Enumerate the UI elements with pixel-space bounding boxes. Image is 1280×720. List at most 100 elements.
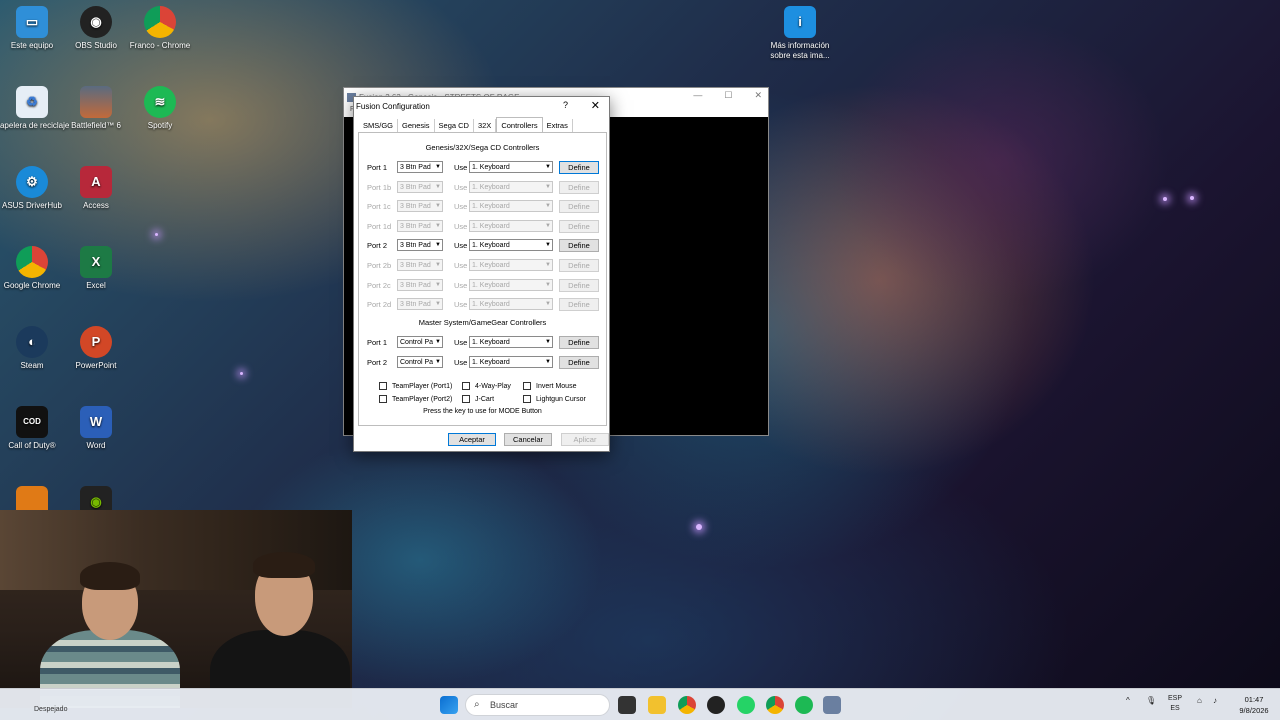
controller-port-row: Port 1d 3 Btn Pad ▼ Use 1. Keyboard ▼ Define — [359, 219, 606, 233]
desktop-icon-access[interactable]: A Access — [58, 166, 134, 211]
person-hair — [253, 552, 315, 578]
input-device-select[interactable]: 1. Keyboard ▼ — [469, 356, 553, 368]
define-button[interactable]: Define — [559, 259, 599, 272]
input-device-select[interactable]: 1. Keyboard ▼ — [469, 298, 553, 311]
define-button[interactable]: Define — [559, 298, 599, 312]
define-button[interactable]: Define — [559, 356, 599, 369]
pad-type-select[interactable]: 3 Btn Pad ▼ — [397, 239, 443, 252]
chevron-down-icon: ▼ — [435, 242, 441, 249]
define-button[interactable]: Define — [559, 278, 599, 292]
port-label: Port 2d — [367, 300, 392, 310]
define-button[interactable]: Define — [559, 239, 599, 253]
pad-type-select[interactable]: Control Pa ▼ — [397, 356, 443, 368]
minimize-icon[interactable]: — — [693, 90, 702, 101]
chrome-icon — [144, 6, 176, 38]
tab-sms-gg[interactable]: SMS/GG — [359, 119, 399, 132]
chevron-down-icon: ▼ — [435, 359, 441, 365]
chevron-down-icon: ▼ — [435, 183, 441, 190]
chrome-icon[interactable] — [678, 696, 696, 714]
spotify-icon[interactable] — [795, 696, 813, 714]
tab-bar: SMS/GG Genesis Sega CD 32X Controllers E… — [359, 117, 573, 132]
teamplayer-port1-checkbox[interactable]: TeamPlayer (Port1) — [379, 382, 452, 390]
checkbox-box[interactable] — [462, 395, 470, 403]
search-placeholder: Buscar — [490, 700, 519, 710]
tab-genesis[interactable]: Genesis — [398, 119, 435, 132]
pad-type-select[interactable]: 3 Btn Pad ▼ — [397, 259, 443, 271]
language-indicator[interactable]: ESP ES — [1168, 694, 1182, 714]
input-device-select[interactable]: 1. Keyboard ▼ — [469, 239, 553, 252]
tab-controllers[interactable]: Controllers — [496, 117, 543, 132]
close-button[interactable]: ✕ — [591, 99, 600, 112]
input-device-select[interactable]: 1. Keyboard ▼ — [469, 336, 553, 348]
fusion-configuration-dialog[interactable]: Fusion Configuration ? ✕ SMS/GG Genesis … — [353, 96, 610, 452]
j-cart-checkbox[interactable]: J-Cart — [462, 395, 494, 403]
input-device-select[interactable]: 1. Keyboard ▼ — [469, 278, 553, 291]
dialog-title-bar[interactable]: Fusion Configuration ? ✕ — [354, 97, 609, 115]
desktop-icon-excel[interactable]: X Excel — [58, 246, 134, 291]
desktop-icon-word[interactable]: W Word — [58, 406, 134, 451]
pad-type-select[interactable]: 3 Btn Pad ▼ — [397, 298, 443, 311]
weather-status[interactable]: Despejado — [34, 706, 67, 713]
define-button[interactable]: Define — [559, 336, 599, 349]
checkbox-box[interactable] — [523, 382, 531, 390]
pad-type-select[interactable]: Control Pa ▼ — [397, 336, 443, 348]
search-input[interactable]: ⌕ Buscar — [465, 694, 610, 716]
tab-extras[interactable]: Extras — [543, 119, 573, 132]
clock-date: 9/8/2026 — [1239, 706, 1269, 715]
obs-icon[interactable] — [707, 696, 725, 714]
checkbox-box[interactable] — [379, 395, 387, 403]
task-view-icon[interactable] — [618, 696, 636, 714]
volume-icon[interactable]: ♪ — [1213, 696, 1217, 705]
file-explorer-icon[interactable] — [648, 696, 666, 714]
pad-type-select[interactable]: 3 Btn Pad ▼ — [397, 219, 443, 232]
start-icon[interactable] — [440, 696, 458, 714]
apply-button[interactable]: Aplicar — [561, 433, 609, 446]
define-button[interactable]: Define — [559, 161, 599, 174]
cancel-button[interactable]: Cancelar — [504, 433, 552, 446]
lightgun-cursor-checkbox[interactable]: Lightgun Cursor — [523, 395, 586, 403]
close-icon[interactable]: ✕ — [754, 90, 762, 101]
pad-type-select[interactable]: 3 Btn Pad ▼ — [397, 278, 443, 291]
chevron-down-icon: ▼ — [545, 339, 551, 345]
input-device-select[interactable]: 1. Keyboard ▼ — [469, 180, 553, 193]
desktop-icon-franco-chrome[interactable]: Franco - Chrome — [122, 6, 198, 51]
microphone-icon[interactable]: 🎙 — [1146, 696, 1156, 705]
four-way-play-checkbox[interactable]: 4-Way-Play — [462, 382, 511, 390]
port-label: Port 1d — [367, 221, 392, 231]
maximize-icon[interactable]: ☐ — [724, 90, 732, 101]
fusion-icon[interactable] — [823, 696, 841, 714]
desktop-icon-mas-informacion[interactable]: i Más información sobre esta ima... — [762, 6, 838, 61]
steam-icon: ◐ — [16, 326, 48, 358]
network-icon[interactable]: ⌂ — [1197, 696, 1202, 705]
port-label: Port 2 — [367, 358, 388, 367]
whatsapp-icon[interactable] — [737, 696, 755, 714]
input-device-select[interactable]: 1. Keyboard ▼ — [469, 161, 553, 173]
tab-32x[interactable]: 32X — [474, 119, 497, 132]
checkbox-box[interactable] — [462, 382, 470, 390]
define-button[interactable]: Define — [559, 180, 599, 194]
help-button[interactable]: ? — [563, 100, 568, 110]
desktop-icon-spotify[interactable]: ≋ Spotify — [122, 86, 198, 131]
invert-mouse-checkbox[interactable]: Invert Mouse — [523, 382, 576, 390]
teamplayer-port2-checkbox[interactable]: TeamPlayer (Port2) — [379, 395, 452, 403]
define-button[interactable]: Define — [559, 219, 599, 233]
pad-type-select[interactable]: 3 Btn Pad ▼ — [397, 161, 443, 173]
pad-type-select[interactable]: 3 Btn Pad ▼ — [397, 180, 443, 193]
desktop-icon-powerpoint[interactable]: P PowerPoint — [58, 326, 134, 371]
clock[interactable]: 01:47 9/8/2026 — [1232, 694, 1276, 716]
checkbox-box[interactable] — [379, 382, 387, 390]
chrome-icon[interactable] — [766, 696, 784, 714]
input-device-select[interactable]: 1. Keyboard ▼ — [469, 219, 553, 232]
input-device-select[interactable]: 1. Keyboard ▼ — [469, 200, 553, 213]
pad-type-select[interactable]: 3 Btn Pad ▼ — [397, 200, 443, 213]
input-device-select[interactable]: 1. Keyboard ▼ — [469, 259, 553, 271]
ok-button[interactable]: Aceptar — [448, 433, 496, 446]
chevron-up-icon[interactable]: ^ — [1126, 696, 1130, 705]
tab-sega-cd[interactable]: Sega CD — [435, 119, 474, 132]
cod-icon: COD — [16, 406, 48, 438]
define-button[interactable]: Define — [559, 200, 599, 214]
checkbox-box[interactable] — [523, 395, 531, 403]
checkbox-label: J-Cart — [475, 395, 495, 403]
chevron-down-icon: ▼ — [545, 281, 551, 288]
chrome-icon — [16, 246, 48, 278]
